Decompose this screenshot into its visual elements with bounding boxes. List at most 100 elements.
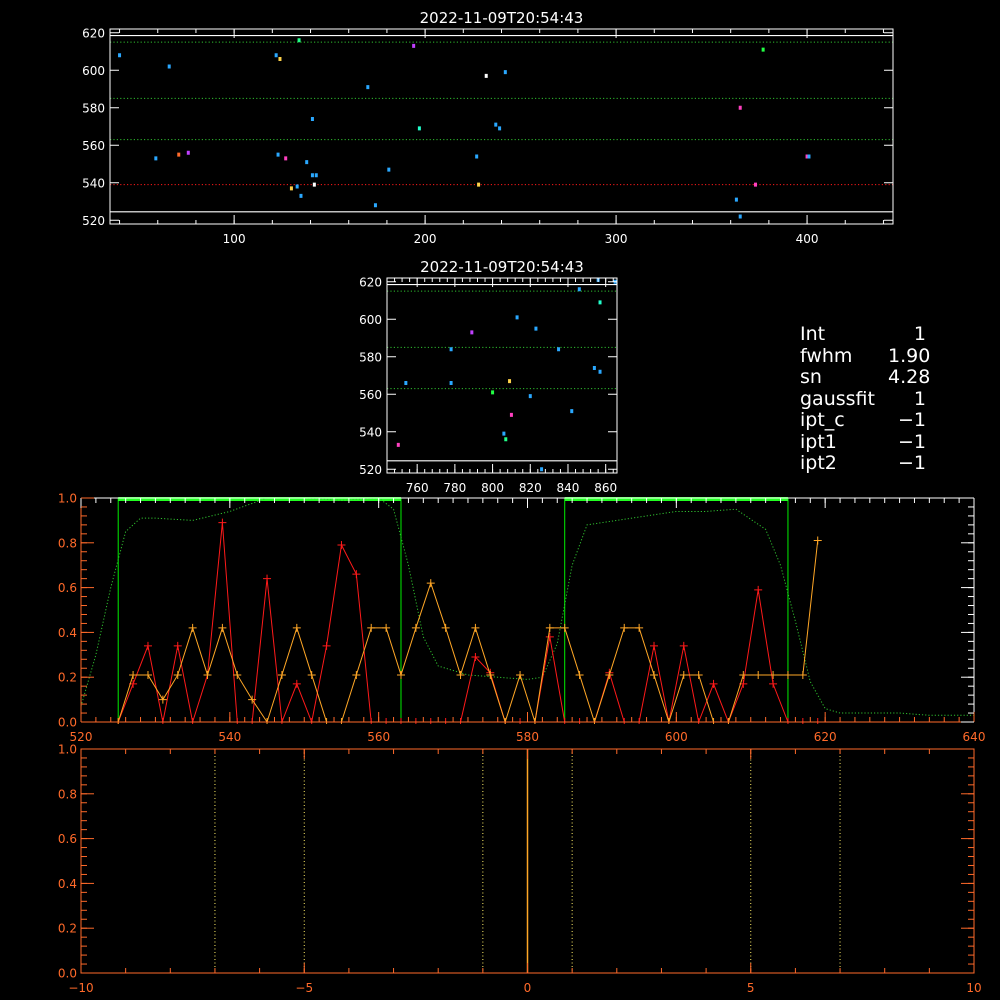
offset-ytick-label-4: 0.8 xyxy=(58,787,77,801)
top-scatter-ytick-label-1: 540 xyxy=(82,176,105,190)
top-scatter-point-3 xyxy=(177,152,181,157)
mid-scatter-point-7 xyxy=(504,437,508,442)
mid-scatter-point-3 xyxy=(449,381,453,385)
mid-scatter-point-12 xyxy=(534,326,538,331)
info-value: 1 xyxy=(913,387,926,410)
top-scatter-ytick-label-5: 620 xyxy=(82,26,105,40)
top-scatter-point-35 xyxy=(807,154,811,159)
series-orange-point-25 xyxy=(486,670,495,679)
mid-scatter-ytick-label-5: 620 xyxy=(359,275,382,289)
mid-scatter-point-16 xyxy=(577,287,581,292)
top-scatter-point-1 xyxy=(154,156,158,161)
series-orange-point-36 xyxy=(650,670,659,679)
offset-ytick-label-0: 0.0 xyxy=(58,967,77,981)
info-key: gaussfit xyxy=(800,387,875,410)
profile-ytick-label-5: 1.0 xyxy=(58,492,77,506)
top-scatter-point-25 xyxy=(484,73,488,78)
top-scatter-point-5 xyxy=(274,53,278,58)
series-red-point-15 xyxy=(337,541,346,550)
profile-ytick-label-0: 0.0 xyxy=(58,716,77,730)
top-scatter-title: 2022-11-09T20:54:43 xyxy=(420,9,584,27)
mid-scatter-xtick-label-5: 860 xyxy=(594,481,617,495)
mid-scatter-point-17 xyxy=(592,366,596,370)
top-scatter-point-26 xyxy=(494,122,498,127)
series-orange-point-12 xyxy=(292,623,301,632)
series-orange-point-24 xyxy=(471,623,480,632)
series-orange-point-23 xyxy=(456,670,465,679)
series-red-point-14 xyxy=(322,641,331,650)
top-scatter-ytick-label-3: 580 xyxy=(82,101,105,115)
info-value: −1 xyxy=(897,452,926,474)
series-orange-point-35 xyxy=(635,623,644,632)
mid-scatter-plot-area xyxy=(387,278,617,472)
top-scatter-point-21 xyxy=(412,43,416,48)
series-red-point-36 xyxy=(650,641,659,650)
series-orange-point-13 xyxy=(307,670,316,679)
mid-scatter-point-19 xyxy=(598,300,602,305)
top-scatter-point-6 xyxy=(278,57,282,61)
series-orange-line xyxy=(117,540,819,724)
top-scatter-point-7 xyxy=(276,152,280,157)
series-orange-point-39 xyxy=(694,670,703,679)
profile-xtick-label-3: 580 xyxy=(516,730,539,744)
top-scatter-ytick-label-0: 520 xyxy=(82,214,105,228)
profile-ytick-label-4: 0.8 xyxy=(58,536,77,550)
series-orange-point-17 xyxy=(367,623,376,632)
series-orange-point-4 xyxy=(173,670,182,679)
series-orange-point-33 xyxy=(605,670,614,679)
info-key: fwhm xyxy=(800,344,853,367)
info-row-fwhm: fwhm 1.90 xyxy=(800,344,931,368)
info-key: ipt_c xyxy=(800,409,845,431)
profile-xtick-label-6: 640 xyxy=(963,730,986,744)
mid-scatter-ytick-label-2: 560 xyxy=(359,388,382,402)
series-red-point-29 xyxy=(545,632,554,641)
profile-xtick-label-4: 600 xyxy=(665,730,688,744)
info-value: 1 xyxy=(913,323,926,345)
info-row-sn: sn 4.28 xyxy=(800,366,931,389)
profile-plot-area xyxy=(81,497,974,724)
profile-panel: 520 540 560 580 600 620 6400.00.20.40.60.81.0 xyxy=(58,492,986,745)
series-red-point-38 xyxy=(679,641,688,650)
series-orange-point-22 xyxy=(441,623,450,632)
series-orange-point-16 xyxy=(352,670,361,679)
series-orange-point-11 xyxy=(277,670,286,679)
info-value: 1.90 xyxy=(888,344,931,367)
series-red-line xyxy=(117,522,818,724)
top-scatter-point-16 xyxy=(314,173,318,178)
top-scatter-point-19 xyxy=(373,203,377,208)
info-row-int: Int 1 xyxy=(800,323,926,346)
series-orange-point-6 xyxy=(203,670,212,679)
offset-xtick-label-4: 10 xyxy=(966,981,981,995)
series-orange-point-44 xyxy=(769,670,778,679)
series-orange-point-46 xyxy=(798,670,807,679)
top-scatter-point-8 xyxy=(284,156,288,161)
mid-scatter-point-8 xyxy=(508,379,512,384)
profile-xtick-label-1: 540 xyxy=(218,730,241,744)
info-value: 4.28 xyxy=(888,366,931,388)
info-row-ipt2: ipt2 −1 xyxy=(800,452,926,475)
series-orange-point-20 xyxy=(411,623,420,632)
top-scatter-point-31 xyxy=(738,105,742,110)
top-scatter-point-30 xyxy=(738,214,742,219)
series-orange-point-19 xyxy=(396,670,405,679)
series-orange-point-45 xyxy=(783,670,792,679)
series-red-point-43 xyxy=(754,585,763,594)
top-scatter-plot-area xyxy=(110,34,893,219)
offset-panel: −10 −5 0 5 10 0.0 0.2 0.4 0.6 0.8 1.0 xyxy=(58,743,982,996)
top-scatter-point-2 xyxy=(167,64,171,69)
mid-scatter-point-15 xyxy=(570,409,574,414)
top-scatter-xtick-label-3: 400 xyxy=(796,232,819,246)
top-scatter-point-9 xyxy=(289,186,293,191)
series-orange-point-29 xyxy=(545,623,554,632)
series-orange-point-21 xyxy=(426,579,435,588)
series-orange-point-43 xyxy=(754,670,763,679)
mid-scatter-ytick-label-3: 580 xyxy=(359,350,382,364)
mid-scatter-point-6 xyxy=(502,431,506,436)
top-scatter-point-27 xyxy=(498,126,502,131)
series-red-point-2 xyxy=(143,641,152,650)
mid-scatter-point-20 xyxy=(598,369,602,374)
series-orange-point-27 xyxy=(516,670,525,679)
info-panel: Int 1 fwhm 1.90 sn 4.28 gaussfit 1 ipt_c −1 i… xyxy=(800,323,931,475)
mid-scatter-ytick-label-1: 540 xyxy=(359,425,382,439)
info-key: ipt1 xyxy=(800,430,837,453)
